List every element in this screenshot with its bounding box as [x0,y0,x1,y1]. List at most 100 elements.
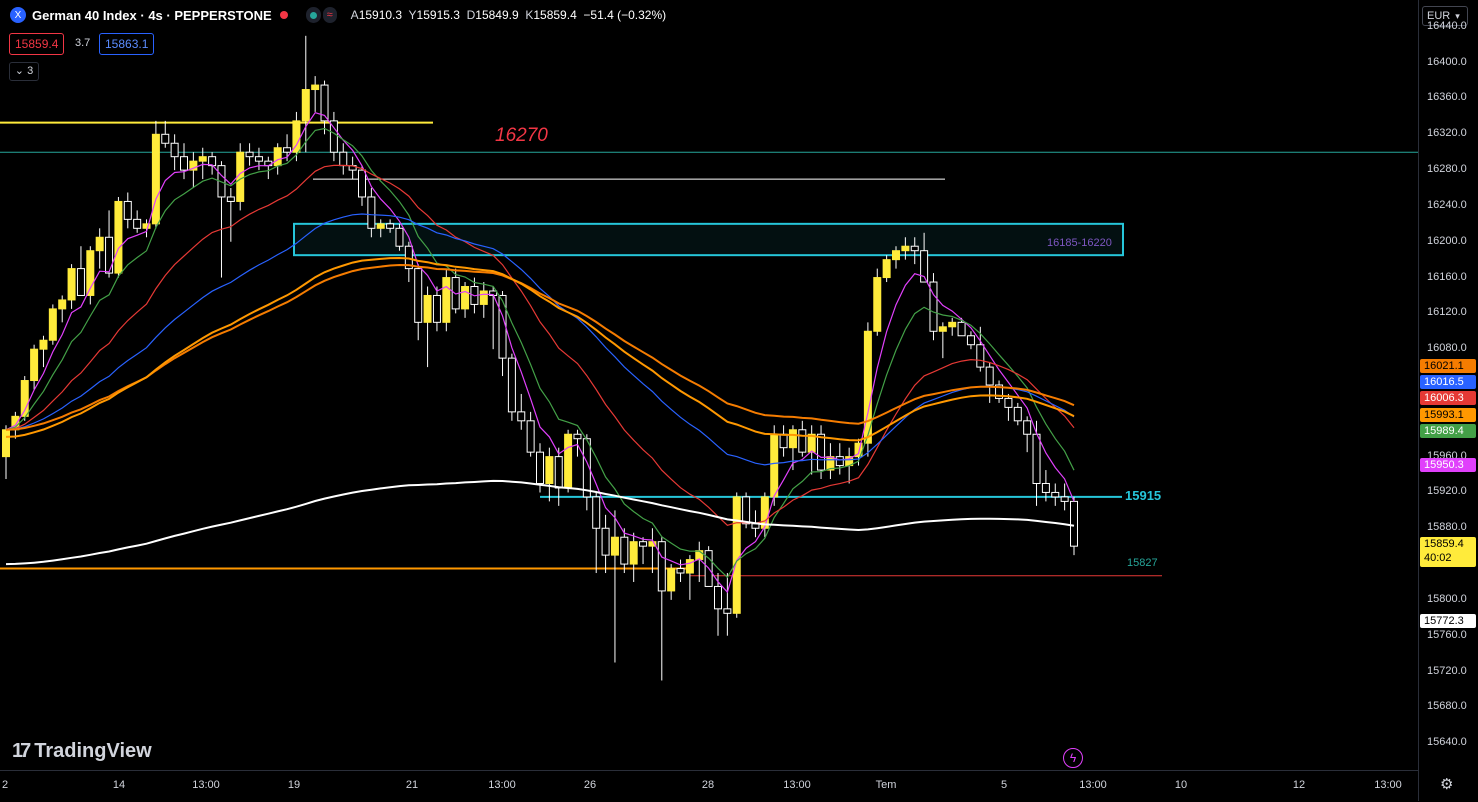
price-tick: 16320.0 [1427,127,1467,140]
price-tag: 15993.1 [1420,408,1476,422]
candle-body [329,120,338,153]
candle-body [957,321,966,337]
candle-body [714,585,722,610]
ohlc-high-key: Y [408,8,417,22]
price-tag: 16006.3 [1420,391,1476,405]
time-tick: 26 [583,779,597,791]
candle-body [1013,406,1022,422]
symbol-title[interactable]: German 40 Index · 4s · PEPPERSTONE [32,8,272,23]
candle-body [517,411,526,422]
candle-body [161,133,170,144]
level-label-15915: 15915 [1125,488,1162,503]
ohlc-change: −51.4 (−0.32%) [583,8,667,22]
price-tick: 16080.0 [1427,342,1467,355]
time-axis[interactable]: 2 14 13:00 19 21 13:00 26 28 13:00 Tem 5 13:00 10 12 1… [0,770,1418,802]
price-tag: 15772.3 [1420,614,1476,628]
market-open-icon [309,11,317,19]
candle-body [339,151,348,167]
candle-body [545,456,554,484]
time-tick: 21 [405,779,419,791]
time-tick: 19 [287,779,301,791]
candle-body [507,357,516,413]
price-tick: 16240.0 [1427,198,1467,211]
price-tick: 16360.0 [1427,91,1467,104]
ohlc-high: 15915.3 [416,8,460,22]
candle-body [395,227,404,247]
chart-area[interactable]: X German 40 Index · 4s · PEPPERSTONE ≈ A… [0,0,1418,770]
candle-body [442,277,451,323]
price-axis[interactable]: EUR ▾ 16440.0 16400.0 16360.0 16320.0 16280.… [1418,0,1478,801]
candle-body [273,147,282,167]
buy-button[interactable]: 15863.1 [99,33,155,55]
candle-body [948,321,957,328]
candlestick-chart[interactable] [0,0,1418,770]
candle-body [498,294,507,359]
candle-body [226,196,235,202]
moving-average-line [5,256,1075,442]
alert-dot-icon[interactable] [279,11,288,19]
zone-label: 16185-16220 [1047,237,1112,249]
candle-body [170,142,179,158]
candle-body [835,456,844,467]
tradingview-logo[interactable]: 17 TradingView [12,740,152,763]
candle-body [873,277,882,332]
price-tick: 15880.0 [1427,521,1467,534]
ohlc-open-key: A [350,8,359,22]
chart-header: X German 40 Index · 4s · PEPPERSTONE ≈ A… [10,7,666,23]
candle-body [526,420,535,453]
candle-body [1051,491,1060,498]
candle-body [423,294,432,323]
replay-flash-icon[interactable]: ϟ [1063,748,1083,768]
price-tag: 16021.1 [1420,359,1476,373]
candle-body [367,196,376,229]
candle-body [301,89,310,122]
time-tick: 5 [1000,779,1008,791]
price-tick: 15800.0 [1427,592,1467,605]
time-tick: 13:00 [1374,779,1402,791]
candle-body [536,451,544,484]
ohlc-open: 15910.3 [358,8,403,22]
candle-body [910,245,919,252]
settings-gear-icon[interactable]: ⚙ [1440,775,1453,793]
price-tag: 15989.4 [1420,424,1476,438]
candle-body [245,151,254,158]
price-tick: 15720.0 [1427,664,1467,677]
candle-body [592,496,601,529]
moving-average-line [5,127,1075,579]
candle-body [151,133,160,225]
moving-average-line [5,263,1075,431]
data-stream-pill[interactable]: ≈ [322,7,337,23]
candle-body [938,326,947,332]
tradingview-mark-icon: 17 [12,740,31,762]
time-tick: Tem [875,779,897,791]
candle-body [1060,496,1069,502]
candle-body [620,536,629,565]
time-tick: 13:00 [488,779,516,791]
candle-body [114,200,123,274]
candle-body [67,268,76,301]
candle-body [1070,500,1078,547]
time-tick: 14 [112,779,126,791]
tradingview-wordmark: TradingView [34,740,152,762]
candle-body [1023,420,1032,435]
candle-body [105,236,114,274]
price-tick: 15640.0 [1427,736,1467,749]
candle-body [817,433,826,471]
wave-icon: ≈ [326,9,333,21]
candle-body [414,268,423,323]
candle-body [564,433,573,489]
candle-body [311,84,320,91]
candle-body [58,299,67,310]
candle-body [798,429,807,453]
candle-body [39,339,48,350]
price-tick: 15920.0 [1427,485,1467,498]
status-pill[interactable] [305,7,321,23]
ohlc-low: 15849.9 [475,8,519,22]
price-tick: 16280.0 [1427,163,1467,176]
buy-price: 15863.1 [105,37,149,51]
candle-body [376,223,385,229]
candle-body [742,496,751,525]
sell-button[interactable]: 15859.4 [9,33,65,55]
indicators-toggle[interactable]: ⌄ 3 [9,62,39,81]
candle-body [695,550,704,561]
